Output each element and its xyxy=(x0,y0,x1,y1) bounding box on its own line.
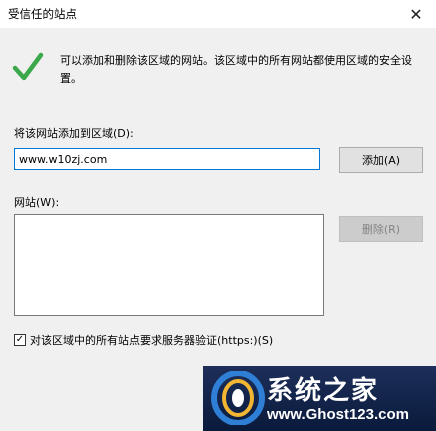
sites-label: 网站(W): xyxy=(14,196,60,209)
https-option-row[interactable]: ✓ 对该区域中的所有站点要求服务器验证(https:)(S) xyxy=(14,332,273,348)
watermark-url: www.Ghost123.com xyxy=(267,406,409,423)
remove-button: 删除(R) xyxy=(339,216,423,242)
sites-listbox[interactable] xyxy=(14,214,324,316)
site-url-input[interactable] xyxy=(14,148,320,170)
https-checkbox-label[interactable]: 对该区域中的所有站点要求服务器验证(https:)(S) xyxy=(30,332,273,348)
zone-description: 可以添加和删除该区域的网站。该区域中的所有网站都使用区域的安全设置。 xyxy=(60,54,412,85)
title-bar: 受信任的站点 ✕ xyxy=(0,0,436,28)
checkmark-icon: ✓ xyxy=(15,334,25,345)
check-icon xyxy=(12,52,44,81)
window-title: 受信任的站点 xyxy=(8,7,77,21)
close-button[interactable]: ✕ xyxy=(396,0,436,28)
close-icon: ✕ xyxy=(409,4,423,24)
system-home-logo-icon xyxy=(211,371,265,425)
add-site-label: 将该网站添加到区域(D): xyxy=(14,127,134,140)
add-button[interactable]: 添加(A) xyxy=(339,147,423,173)
https-checkbox[interactable]: ✓ xyxy=(14,334,26,346)
watermark-name: 系统之家 xyxy=(267,376,380,406)
watermark-logo: 系统之家 www.Ghost123.com xyxy=(203,366,436,431)
